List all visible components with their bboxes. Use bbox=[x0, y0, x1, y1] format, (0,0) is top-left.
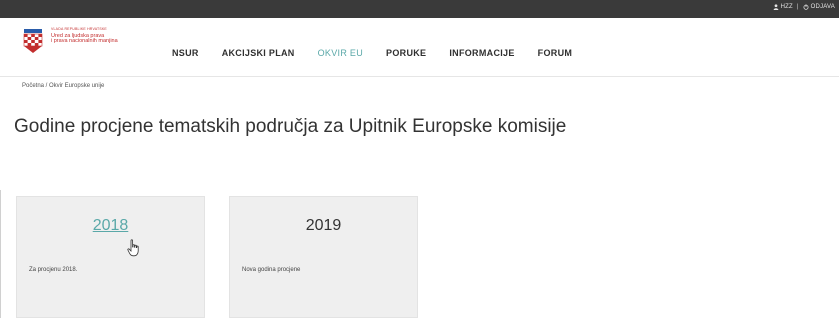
top-utility-bar: HZZ | ODJAVA bbox=[0, 0, 839, 18]
separator: | bbox=[796, 4, 799, 10]
nav-item-poruke[interactable]: PORUKE bbox=[386, 48, 426, 58]
card-description: Nova godina procjene bbox=[242, 267, 301, 273]
logo-government-line: VLADA REPUBLIKE HRVATSKE bbox=[51, 27, 107, 31]
user-name[interactable]: HZZ bbox=[781, 4, 793, 10]
year-link[interactable]: 2018 bbox=[17, 217, 204, 235]
site-header: VLADA REPUBLIKE HRVATSKE Ured za ljudska… bbox=[0, 18, 839, 77]
nav-item-informacije[interactable]: INFORMACIJE bbox=[449, 48, 514, 58]
coat-of-arms-icon bbox=[23, 29, 43, 53]
year-card-2019[interactable]: 2019 Nova godina procjene bbox=[229, 196, 418, 318]
site-logo[interactable]: VLADA REPUBLIKE HRVATSKE Ured za ljudska… bbox=[22, 27, 118, 53]
breadcrumb[interactable]: Početna / Okvir Europske unije bbox=[22, 83, 104, 89]
logo-office-line2: i prava nacionalnih manjina bbox=[51, 38, 118, 45]
nav-item-akcijski-plan[interactable]: AKCIJSKI PLAN bbox=[222, 48, 295, 58]
year-card-2018[interactable]: 2018 Za procjenu 2018. bbox=[16, 196, 205, 318]
user-controls: HZZ | ODJAVA bbox=[773, 4, 835, 10]
divider bbox=[0, 190, 1, 318]
year-link[interactable]: 2019 bbox=[230, 217, 417, 235]
main-navigation: NSUR AKCIJSKI PLAN OKVIR EU PORUKE INFOR… bbox=[172, 48, 595, 58]
logout-link[interactable]: ODJAVA bbox=[811, 4, 835, 10]
card-description: Za procjenu 2018. bbox=[29, 267, 78, 273]
page-title: Godine procjene tematskih područja za Up… bbox=[14, 116, 567, 137]
logout-icon bbox=[803, 4, 809, 10]
nav-item-forum[interactable]: FORUM bbox=[538, 48, 573, 58]
nav-item-nsur[interactable]: NSUR bbox=[172, 48, 199, 58]
hand-pointer-icon bbox=[127, 239, 139, 257]
user-icon bbox=[773, 4, 779, 10]
nav-item-okvir-eu[interactable]: OKVIR EU bbox=[318, 48, 363, 58]
